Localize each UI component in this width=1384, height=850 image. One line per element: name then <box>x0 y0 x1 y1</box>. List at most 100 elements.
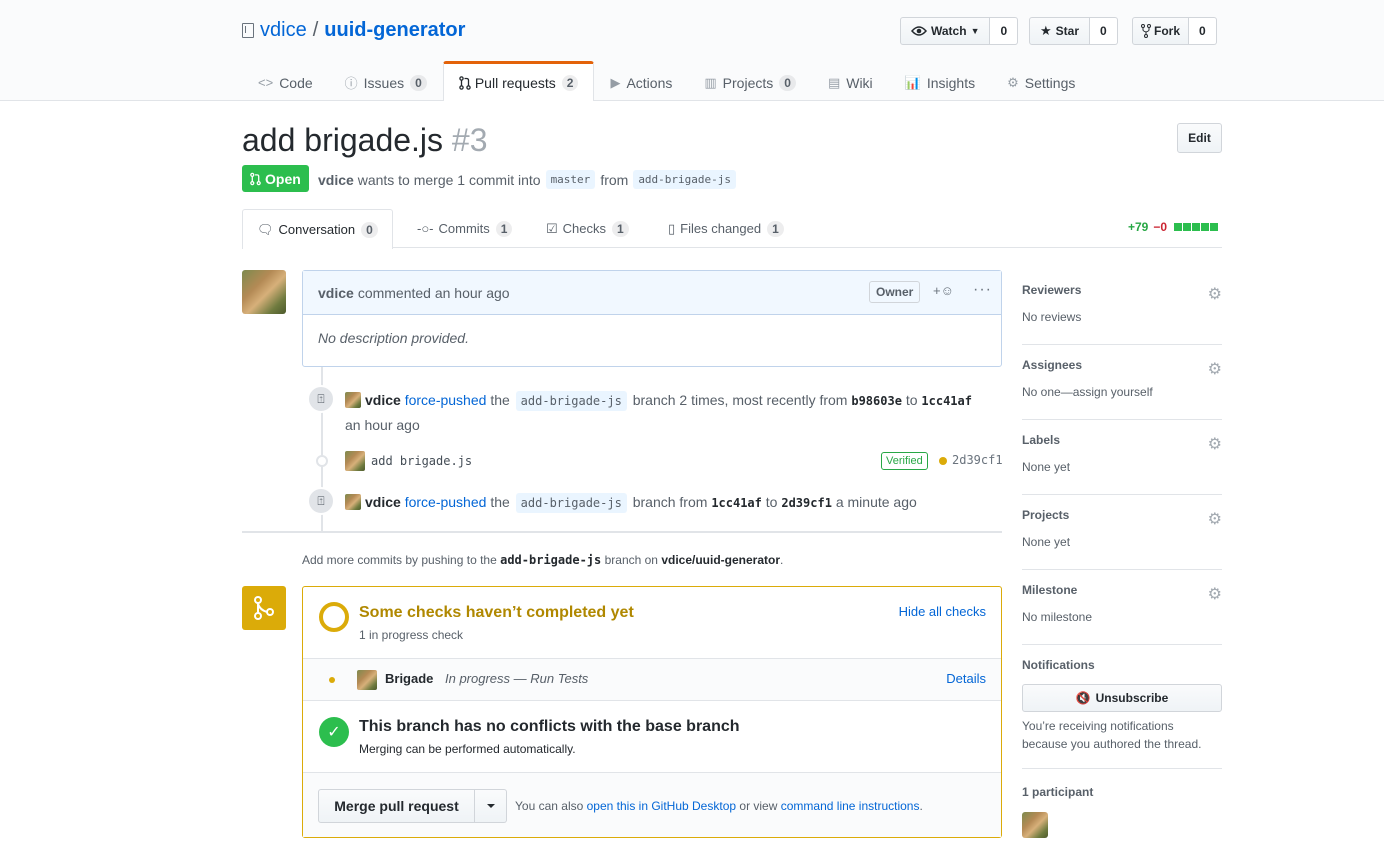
graph-icon: 📊 <box>904 74 921 90</box>
details-link[interactable]: Details <box>946 671 986 686</box>
gear-icon: ⚙ <box>1007 74 1019 90</box>
repo-push-icon: ⍐ <box>307 385 335 413</box>
unsubscribe-button[interactable]: 🔇 Unsubscribe <box>1022 684 1222 712</box>
tab-actions[interactable]: ▶ Actions <box>594 61 688 101</box>
diffstat-blocks <box>1173 223 1219 231</box>
force-pushed-link[interactable]: force-pushed <box>405 494 487 510</box>
push-note-mid: branch on <box>604 553 658 567</box>
event-text: branch 2 times, most recently from <box>632 392 848 408</box>
conflict-subtitle: Merging can be performed automatically. <box>359 742 576 756</box>
assignees-value[interactable]: No one—assign yourself <box>1022 385 1153 399</box>
commit-sha-link[interactable]: 2d39cf1 <box>781 496 832 510</box>
cli-instructions-link[interactable]: command line instructions <box>781 799 920 813</box>
commit-message-link[interactable]: add brigade.js <box>371 454 472 468</box>
diffstat-block <box>1201 223 1210 231</box>
merge-method-dropdown[interactable] <box>475 789 507 823</box>
repo-name-link[interactable]: uuid-generator <box>324 19 465 42</box>
base-branch[interactable]: master <box>545 170 596 189</box>
watch-label: Watch <box>931 24 967 38</box>
watch-button[interactable]: Watch ▼ <box>900 17 991 45</box>
commit-sha-link[interactable]: 1cc41af <box>711 496 762 510</box>
verified-badge[interactable]: Verified <box>881 452 928 470</box>
open-desktop-link[interactable]: open this in GitHub Desktop <box>587 799 736 813</box>
tab-issues-label: Issues <box>363 74 405 91</box>
tab-projects[interactable]: ▥ Projects 0 <box>688 61 812 101</box>
fork-count[interactable]: 0 <box>1189 17 1217 45</box>
conflict-title: This branch has no conflicts with the ba… <box>359 718 740 735</box>
event-time[interactable]: a minute ago <box>836 494 917 510</box>
avatar[interactable] <box>345 392 361 408</box>
event-time[interactable]: an hour ago <box>345 417 420 433</box>
hide-checks-link[interactable]: Hide all checks <box>899 604 986 619</box>
branch-ref[interactable]: add-brigade-js <box>515 391 627 411</box>
tab-insights[interactable]: 📊 Insights <box>889 61 991 101</box>
tab-checks-label: Checks <box>562 221 607 236</box>
checks-counter: 1 <box>612 220 629 237</box>
tab-conversation-label: Conversation <box>278 222 356 237</box>
gear-icon[interactable]: ⚙ <box>1208 284 1222 304</box>
tab-checks[interactable]: ☑ Checks 1 <box>546 209 629 248</box>
pr-author-link[interactable]: vdice <box>318 172 354 188</box>
projects-value: None yet <box>1022 535 1071 549</box>
check-name: Brigade <box>385 671 434 686</box>
sidebar-reviewers: Reviewers ⚙ No reviews <box>1022 270 1222 345</box>
comment-timestamp[interactable]: commented an hour ago <box>358 285 510 301</box>
push-note-pre: Add more commits by pushing to the <box>302 553 497 567</box>
head-branch[interactable]: add-brigade-js <box>633 170 737 189</box>
status-badge: Open <box>242 165 309 192</box>
sidebar-projects: Projects ⚙ None yet <box>1022 495 1222 570</box>
gear-icon[interactable]: ⚙ <box>1208 509 1222 529</box>
avatar[interactable] <box>345 451 365 471</box>
repo-owner-link[interactable]: vdice <box>260 19 307 42</box>
gear-icon[interactable]: ⚙ <box>1208 584 1222 604</box>
star-count[interactable]: 0 <box>1090 17 1118 45</box>
kebab-horizontal-icon[interactable]: ··· <box>973 281 992 299</box>
conflict-status: ✓ This branch has no conflicts with the … <box>303 701 1001 773</box>
sidebar-milestone: Milestone ⚙ No milestone <box>1022 570 1222 645</box>
pending-status-icon[interactable] <box>939 457 947 465</box>
diffstat-block <box>1210 223 1219 231</box>
event-author-link[interactable]: vdice <box>365 494 401 510</box>
fork-button[interactable]: Fork <box>1132 17 1190 45</box>
tab-commits[interactable]: -○- Commits 1 <box>417 209 513 248</box>
merge-pull-request-button[interactable]: Merge pull request <box>318 789 475 823</box>
watch-count[interactable]: 0 <box>990 17 1019 45</box>
avatar <box>357 670 377 690</box>
edit-button[interactable]: Edit <box>1177 123 1222 153</box>
pulls-counter: 2 <box>561 74 579 91</box>
alt-mid: or view <box>739 799 778 813</box>
gear-icon[interactable]: ⚙ <box>1208 434 1222 454</box>
commit-sha-link[interactable]: b98603e <box>851 394 902 408</box>
code-icon: <> <box>258 75 274 90</box>
tab-code[interactable]: <> Code <box>242 61 329 101</box>
status-label: Open <box>265 170 301 187</box>
checks-title: Some checks haven’t completed yet <box>359 604 634 621</box>
commit-sha-link[interactable]: 2d39cf1 <box>952 453 1003 467</box>
force-pushed-link[interactable]: force-pushed <box>405 392 487 408</box>
comment-body: No description provided. <box>318 330 469 346</box>
star-button[interactable]: ★ Star <box>1029 17 1090 45</box>
pull-request-icon <box>459 75 471 90</box>
diffstat-block <box>1174 223 1183 231</box>
gear-icon[interactable]: ⚙ <box>1208 359 1222 379</box>
avatar[interactable] <box>1022 812 1048 838</box>
branch-ref[interactable]: add-brigade-js <box>515 493 627 513</box>
projects-heading: Projects <box>1022 508 1070 522</box>
event-text: branch from <box>632 494 708 510</box>
tab-conversation[interactable]: 🗨 Conversation 0 <box>242 209 393 249</box>
repo-icon <box>242 22 254 38</box>
avatar[interactable] <box>345 494 361 510</box>
tab-wiki[interactable]: ▤ Wiki <box>812 61 889 101</box>
avatar[interactable] <box>242 270 286 314</box>
comment-author-link[interactable]: vdice <box>318 285 354 301</box>
commit-sha-link[interactable]: 1cc41af <box>921 394 972 408</box>
tab-settings[interactable]: ⚙ Settings <box>991 61 1091 101</box>
tab-pull-requests[interactable]: Pull requests 2 <box>442 61 595 101</box>
checks-subtitle: 1 in progress check <box>359 628 464 642</box>
event-author-link[interactable]: vdice <box>365 392 401 408</box>
push-note-end: . <box>780 553 784 567</box>
add-reaction-icon[interactable]: +☺ <box>933 283 954 298</box>
tab-issues[interactable]: ⓘ Issues 0 <box>329 61 443 101</box>
tab-pull-requests-label: Pull requests <box>474 74 556 91</box>
tab-files-changed[interactable]: ▯ Files changed 1 <box>668 209 784 248</box>
